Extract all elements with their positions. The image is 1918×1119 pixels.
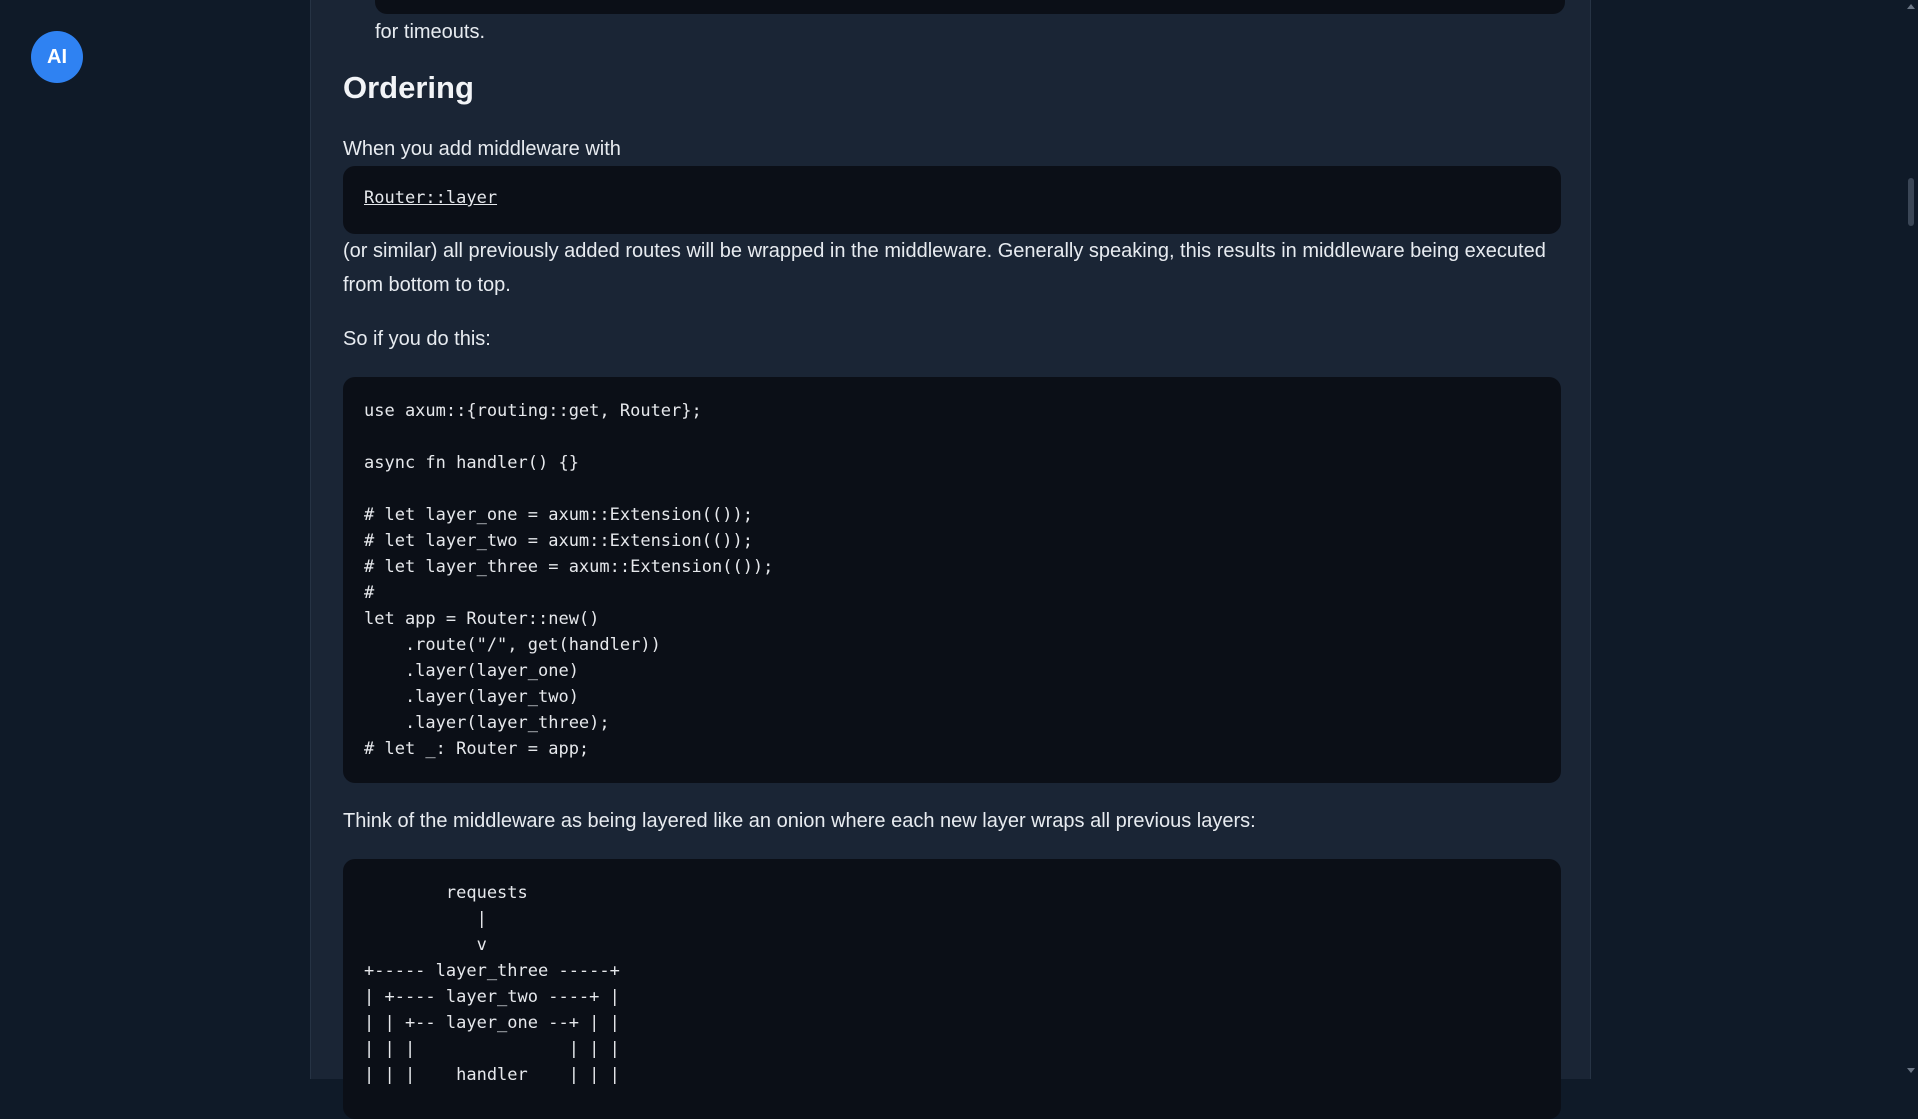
paragraph-similar: (or similar) all previously added routes… xyxy=(343,240,1546,296)
scroll-down-arrow-icon[interactable] xyxy=(1907,1068,1915,1073)
onion-diagram-block: requests | v +----- layer_three -----+ |… xyxy=(343,859,1561,1119)
scroll-up-arrow-icon[interactable] xyxy=(1907,4,1915,9)
code-example-text: use axum::{routing::get, Router}; async … xyxy=(364,401,774,759)
previous-paragraph-tail: for timeouts. xyxy=(375,21,486,43)
onion-diagram-text: requests | v +----- layer_three -----+ |… xyxy=(364,883,620,1085)
chat-message-panel: for timeouts. Ordering When you add midd… xyxy=(310,0,1591,1119)
left-sidebar: AI xyxy=(0,0,310,1079)
right-gutter xyxy=(1591,0,1904,1079)
inline-code-block: Router::layer xyxy=(343,166,1561,234)
intro-paragraph: When you add middleware with xyxy=(343,138,621,160)
assistant-avatar: AI xyxy=(31,31,83,83)
section-heading: Ordering xyxy=(343,70,474,105)
page-scrollbar[interactable] xyxy=(1904,0,1918,1079)
router-layer-link[interactable]: Router::layer xyxy=(364,188,497,208)
scrollbar-thumb[interactable] xyxy=(1908,178,1914,226)
paragraph-so: So if you do this: xyxy=(343,328,491,350)
paragraph-onion: Think of the middleware as being layered… xyxy=(343,810,1256,832)
code-example-block: use axum::{routing::get, Router}; async … xyxy=(343,377,1561,783)
previous-code-block xyxy=(375,0,1565,14)
